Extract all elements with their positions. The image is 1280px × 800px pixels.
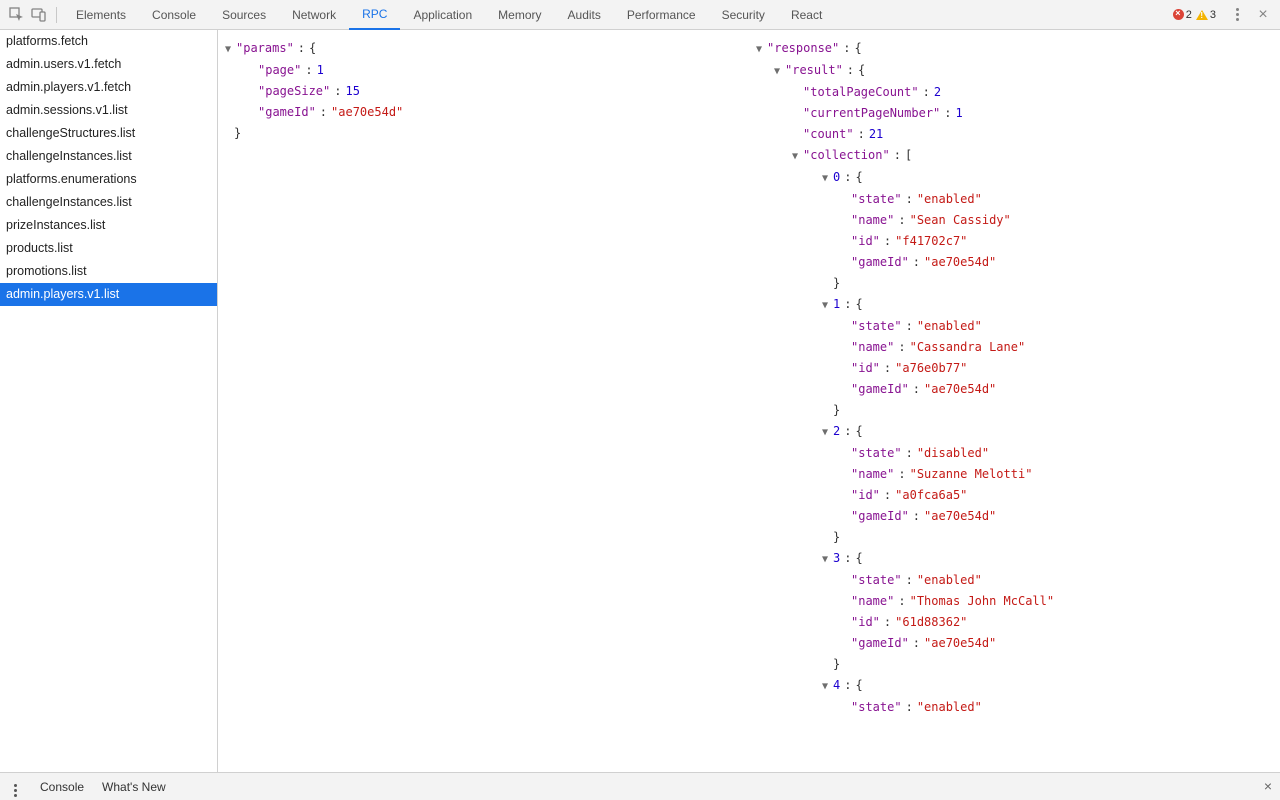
rpc-list-item[interactable]: platforms.enumerations (0, 168, 217, 191)
count-row: "count" : 21 (753, 124, 1276, 145)
tab-react[interactable]: React (778, 0, 835, 30)
error-count-badge[interactable]: 2 (1173, 9, 1192, 21)
params-pane: ▼ "params" : { "page" : 1 "pageSize" : 1… (218, 30, 749, 772)
warning-icon (1196, 10, 1208, 20)
devtools-toolbar: ElementsConsoleSourcesNetworkRPCApplicat… (0, 0, 1280, 30)
toolbar-separator (56, 7, 57, 23)
rpc-list-item[interactable]: platforms.fetch (0, 30, 217, 53)
params-gameid: "gameId" : "ae70e54d" (222, 102, 745, 123)
tab-rpc[interactable]: RPC (349, 0, 400, 30)
collection-item-header[interactable]: ▼0:{ (753, 167, 1276, 189)
object-field-row: "id":"61d88362" (753, 612, 1276, 633)
tab-performance[interactable]: Performance (614, 0, 709, 30)
chevron-down-icon[interactable]: ▼ (771, 61, 783, 82)
object-field-row: "name":"Suzanne Melotti" (753, 464, 1276, 485)
params-root[interactable]: ▼ "params" : { (222, 38, 745, 60)
tab-audits[interactable]: Audits (555, 0, 614, 30)
params-close: } (222, 123, 745, 144)
close-devtools-icon[interactable]: × (1252, 4, 1274, 26)
response-pane: ▼ "response" : { ▼ "result" : { "totalPa… (749, 30, 1280, 772)
chevron-down-icon[interactable]: ▼ (753, 39, 765, 60)
rpc-list-item[interactable]: admin.players.v1.list (0, 283, 217, 306)
object-field-row: "state":"enabled" (753, 570, 1276, 591)
collection-item-header[interactable]: ▼3:{ (753, 548, 1276, 570)
drawer-close-icon[interactable]: × (1264, 778, 1272, 794)
main-area: platforms.fetchadmin.users.v1.fetchadmin… (0, 30, 1280, 772)
object-field-row: "gameId":"ae70e54d" (753, 252, 1276, 273)
object-close-brace: } (753, 400, 1276, 421)
tab-memory[interactable]: Memory (485, 0, 554, 30)
object-field-row: "gameId":"ae70e54d" (753, 633, 1276, 654)
object-field-row: "name":"Cassandra Lane" (753, 337, 1276, 358)
drawer-tab-console[interactable]: Console (40, 780, 84, 794)
devtools-tabs: ElementsConsoleSourcesNetworkRPCApplicat… (63, 0, 1173, 30)
response-root[interactable]: ▼ "response" : { (753, 38, 1276, 60)
object-close-brace: } (753, 654, 1276, 675)
collection-item-header[interactable]: ▼4:{ (753, 675, 1276, 697)
tab-security[interactable]: Security (709, 0, 778, 30)
params-page: "page" : 1 (222, 60, 745, 81)
drawer: Console What's New × (0, 772, 1280, 800)
chevron-down-icon[interactable]: ▼ (819, 168, 831, 189)
inspect-icon[interactable] (6, 4, 28, 26)
currentpagenumber-row: "currentPageNumber" : 1 (753, 103, 1276, 124)
chevron-down-icon[interactable]: ▼ (819, 295, 831, 316)
chevron-down-icon[interactable]: ▼ (819, 676, 831, 697)
totalpagecount-row: "totalPageCount" : 2 (753, 82, 1276, 103)
params-pagesize: "pageSize" : 15 (222, 81, 745, 102)
object-close-brace: } (753, 527, 1276, 548)
warning-count-badge[interactable]: 3 (1196, 9, 1216, 21)
drawer-tab-whatsnew[interactable]: What's New (102, 780, 166, 794)
object-close-brace: } (753, 273, 1276, 294)
chevron-down-icon[interactable]: ▼ (222, 39, 234, 60)
object-field-row: "id":"a76e0b77" (753, 358, 1276, 379)
chevron-down-icon[interactable]: ▼ (819, 422, 831, 443)
rpc-list-item[interactable]: challengeInstances.list (0, 145, 217, 168)
result-node[interactable]: ▼ "result" : { (753, 60, 1276, 82)
tab-application[interactable]: Application (400, 0, 485, 30)
object-field-row: "id":"a0fca6a5" (753, 485, 1276, 506)
warning-count: 3 (1210, 9, 1216, 21)
rpc-list-item[interactable]: challengeStructures.list (0, 122, 217, 145)
object-field-row: "name":"Thomas John McCall" (753, 591, 1276, 612)
more-icon[interactable] (1226, 4, 1248, 26)
rpc-list-item[interactable]: prizeInstances.list (0, 214, 217, 237)
object-field-row: "state":"enabled" (753, 189, 1276, 210)
rpc-list-item[interactable]: promotions.list (0, 260, 217, 283)
rpc-list-item[interactable]: products.list (0, 237, 217, 260)
rpc-detail-content: ▼ "params" : { "page" : 1 "pageSize" : 1… (218, 30, 1280, 772)
object-field-row: "state":"enabled" (753, 697, 1276, 718)
object-field-row: "id":"f41702c7" (753, 231, 1276, 252)
object-field-row: "state":"enabled" (753, 316, 1276, 337)
rpc-list-item[interactable]: admin.sessions.v1.list (0, 99, 217, 122)
object-field-row: "name":"Sean Cassidy" (753, 210, 1276, 231)
rpc-list-item[interactable]: admin.users.v1.fetch (0, 53, 217, 76)
tab-network[interactable]: Network (279, 0, 349, 30)
drawer-more-icon[interactable] (8, 776, 22, 797)
tab-sources[interactable]: Sources (209, 0, 279, 30)
tab-console[interactable]: Console (139, 0, 209, 30)
object-field-row: "gameId":"ae70e54d" (753, 379, 1276, 400)
error-count: 2 (1186, 9, 1192, 21)
object-field-row: "state":"disabled" (753, 443, 1276, 464)
rpc-list-item[interactable]: admin.players.v1.fetch (0, 76, 217, 99)
rpc-list-item[interactable]: challengeInstances.list (0, 191, 217, 214)
tab-elements[interactable]: Elements (63, 0, 139, 30)
collection-node[interactable]: ▼ "collection" : [ (753, 145, 1276, 167)
device-toggle-icon[interactable] (28, 4, 50, 26)
error-icon (1173, 9, 1184, 20)
collection-item-header[interactable]: ▼2:{ (753, 421, 1276, 443)
toolbar-right: 2 3 × (1173, 4, 1274, 26)
object-field-row: "gameId":"ae70e54d" (753, 506, 1276, 527)
rpc-call-list: platforms.fetchadmin.users.v1.fetchadmin… (0, 30, 218, 772)
chevron-down-icon[interactable]: ▼ (819, 549, 831, 570)
collection-item-header[interactable]: ▼1:{ (753, 294, 1276, 316)
chevron-down-icon[interactable]: ▼ (789, 146, 801, 167)
